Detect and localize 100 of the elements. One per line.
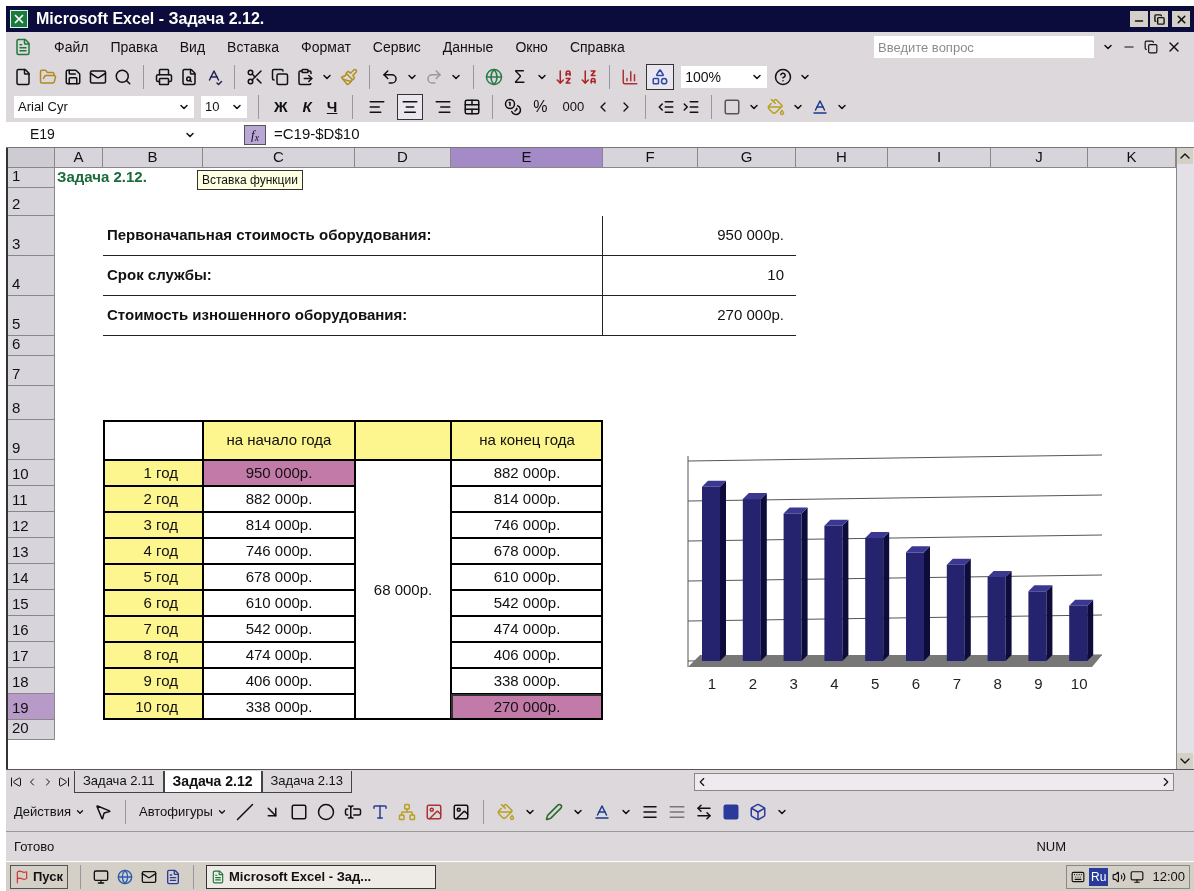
table-cell[interactable]: 882 000р.: [451, 460, 603, 486]
monitor-icon[interactable]: [1130, 869, 1145, 884]
table-cell[interactable]: 814 000р.: [451, 486, 603, 512]
save-icon[interactable]: [64, 68, 82, 86]
font-size-field[interactable]: 10: [201, 96, 247, 118]
table-cell[interactable]: 338 000р.: [451, 668, 603, 694]
font-color-icon[interactable]: [592, 803, 611, 821]
paste-icon[interactable]: [296, 68, 314, 86]
drawing-toggle-button[interactable]: [646, 64, 675, 90]
table-cell[interactable]: 610 000р.: [203, 590, 355, 616]
scroll-up-icon[interactable]: [1177, 148, 1193, 164]
row-header[interactable]: 10: [8, 460, 55, 486]
table-cell[interactable]: 406 000р.: [451, 642, 603, 668]
column-header[interactable]: E: [451, 148, 603, 168]
column-header[interactable]: A: [55, 148, 103, 168]
undo-icon[interactable]: [381, 68, 399, 86]
table-cell[interactable]: 406 000р.: [203, 668, 355, 694]
close-button[interactable]: [1172, 11, 1190, 27]
menu-item[interactable]: Данные: [442, 36, 494, 58]
copy-icon[interactable]: [271, 68, 289, 86]
row-header[interactable]: 8: [8, 386, 55, 420]
row-header[interactable]: 1: [8, 168, 55, 188]
sort-descending-icon[interactable]: [580, 68, 599, 86]
actions-menu-button[interactable]: Действия: [14, 802, 85, 822]
percent-button[interactable]: %: [529, 95, 552, 119]
mail-icon[interactable]: [141, 868, 157, 885]
menu-item[interactable]: Окно: [515, 36, 548, 58]
scissors-icon[interactable]: [246, 68, 264, 86]
align-center-button[interactable]: [397, 94, 424, 120]
name-box[interactable]: E19: [14, 124, 204, 145]
column-header[interactable]: D: [355, 148, 451, 168]
fill-color-icon[interactable]: [496, 803, 515, 821]
table-cell[interactable]: 338 000р.: [203, 694, 355, 720]
row-header[interactable]: 3: [8, 216, 55, 256]
text-box-icon[interactable]: [343, 803, 362, 821]
autoshapes-menu-button[interactable]: Автофигуры: [138, 802, 227, 822]
table-cell[interactable]: 474 000р.: [203, 642, 355, 668]
minimize-button[interactable]: [1130, 11, 1148, 27]
sheet-tab[interactable]: Задача 2.12: [163, 770, 262, 793]
column-header[interactable]: G: [698, 148, 796, 168]
menu-item[interactable]: Формат: [301, 36, 351, 58]
column-header[interactable]: J: [991, 148, 1088, 168]
table-cell[interactable]: 678 000р.: [203, 564, 355, 590]
table-cell[interactable]: 542 000р.: [203, 616, 355, 642]
menu-item[interactable]: Справка: [569, 36, 625, 58]
font-color-icon[interactable]: [811, 98, 830, 116]
borders-icon[interactable]: [723, 98, 742, 116]
help-icon[interactable]: [774, 68, 793, 86]
chart-wizard-icon[interactable]: [621, 68, 640, 86]
row-header[interactable]: 13: [8, 538, 55, 564]
row-header[interactable]: 7: [8, 356, 55, 386]
column-header[interactable]: F: [603, 148, 698, 168]
mail-icon[interactable]: [89, 68, 107, 86]
first-sheet-icon[interactable]: [10, 775, 22, 788]
line-style-icon[interactable]: [640, 803, 659, 821]
autosum-button[interactable]: Σ: [510, 63, 530, 91]
menu-item[interactable]: Вставка: [227, 36, 280, 58]
search-icon[interactable]: [114, 68, 132, 86]
sheet-tab[interactable]: Задача 2.13: [261, 770, 353, 793]
row-header[interactable]: 16: [8, 616, 55, 642]
vertical-scrollbar[interactable]: [1176, 148, 1194, 769]
wordart-icon[interactable]: [370, 803, 389, 821]
arrow-style-icon[interactable]: [694, 803, 713, 821]
pointer-icon[interactable]: [93, 803, 112, 821]
restore-icon[interactable]: [1144, 40, 1158, 54]
table-cell[interactable]: 678 000р.: [451, 538, 603, 564]
sheet-tab[interactable]: Задача 2.11: [74, 770, 164, 793]
rectangle-icon[interactable]: [289, 803, 308, 821]
column-header[interactable]: B: [103, 148, 203, 168]
printer-icon[interactable]: [155, 68, 173, 86]
row-header[interactable]: 11: [8, 486, 55, 512]
table-cell[interactable]: 542 000р.: [451, 590, 603, 616]
table-cell[interactable]: 882 000р.: [203, 486, 355, 512]
scroll-down-icon[interactable]: [1177, 753, 1193, 769]
new-file-icon[interactable]: [14, 68, 32, 86]
font-name-field[interactable]: Arial Cyr: [14, 96, 194, 118]
row-header[interactable]: 5: [8, 296, 55, 336]
row-header[interactable]: 2: [8, 188, 55, 216]
column-header[interactable]: K: [1088, 148, 1176, 168]
row-header[interactable]: 18: [8, 668, 55, 694]
last-sheet-icon[interactable]: [58, 775, 70, 788]
taskbar-button[interactable]: Microsoft Excel - Зад...: [206, 864, 436, 889]
row-header[interactable]: 9: [8, 420, 55, 460]
3d-icon[interactable]: [748, 803, 767, 821]
underline-button[interactable]: Ч: [322, 95, 342, 119]
row-header[interactable]: 4: [8, 256, 55, 296]
merge-cells-icon[interactable]: [463, 98, 482, 116]
sort-ascending-icon[interactable]: [555, 68, 574, 86]
line-icon[interactable]: [235, 803, 254, 821]
thousands-button[interactable]: 000: [558, 97, 589, 117]
row-header[interactable]: 15: [8, 590, 55, 616]
picture-icon[interactable]: [451, 803, 470, 821]
row-header[interactable]: 14: [8, 564, 55, 590]
row-header[interactable]: 19: [8, 694, 55, 720]
keyboard-icon[interactable]: [1071, 869, 1086, 884]
insert-function-button[interactable]: f$_{x}$: [244, 124, 266, 145]
speaker-icon[interactable]: [1112, 869, 1127, 884]
workbook-icon[interactable]: [14, 38, 32, 56]
start-button[interactable]: Пуск: [10, 864, 68, 889]
oval-icon[interactable]: [316, 803, 335, 821]
